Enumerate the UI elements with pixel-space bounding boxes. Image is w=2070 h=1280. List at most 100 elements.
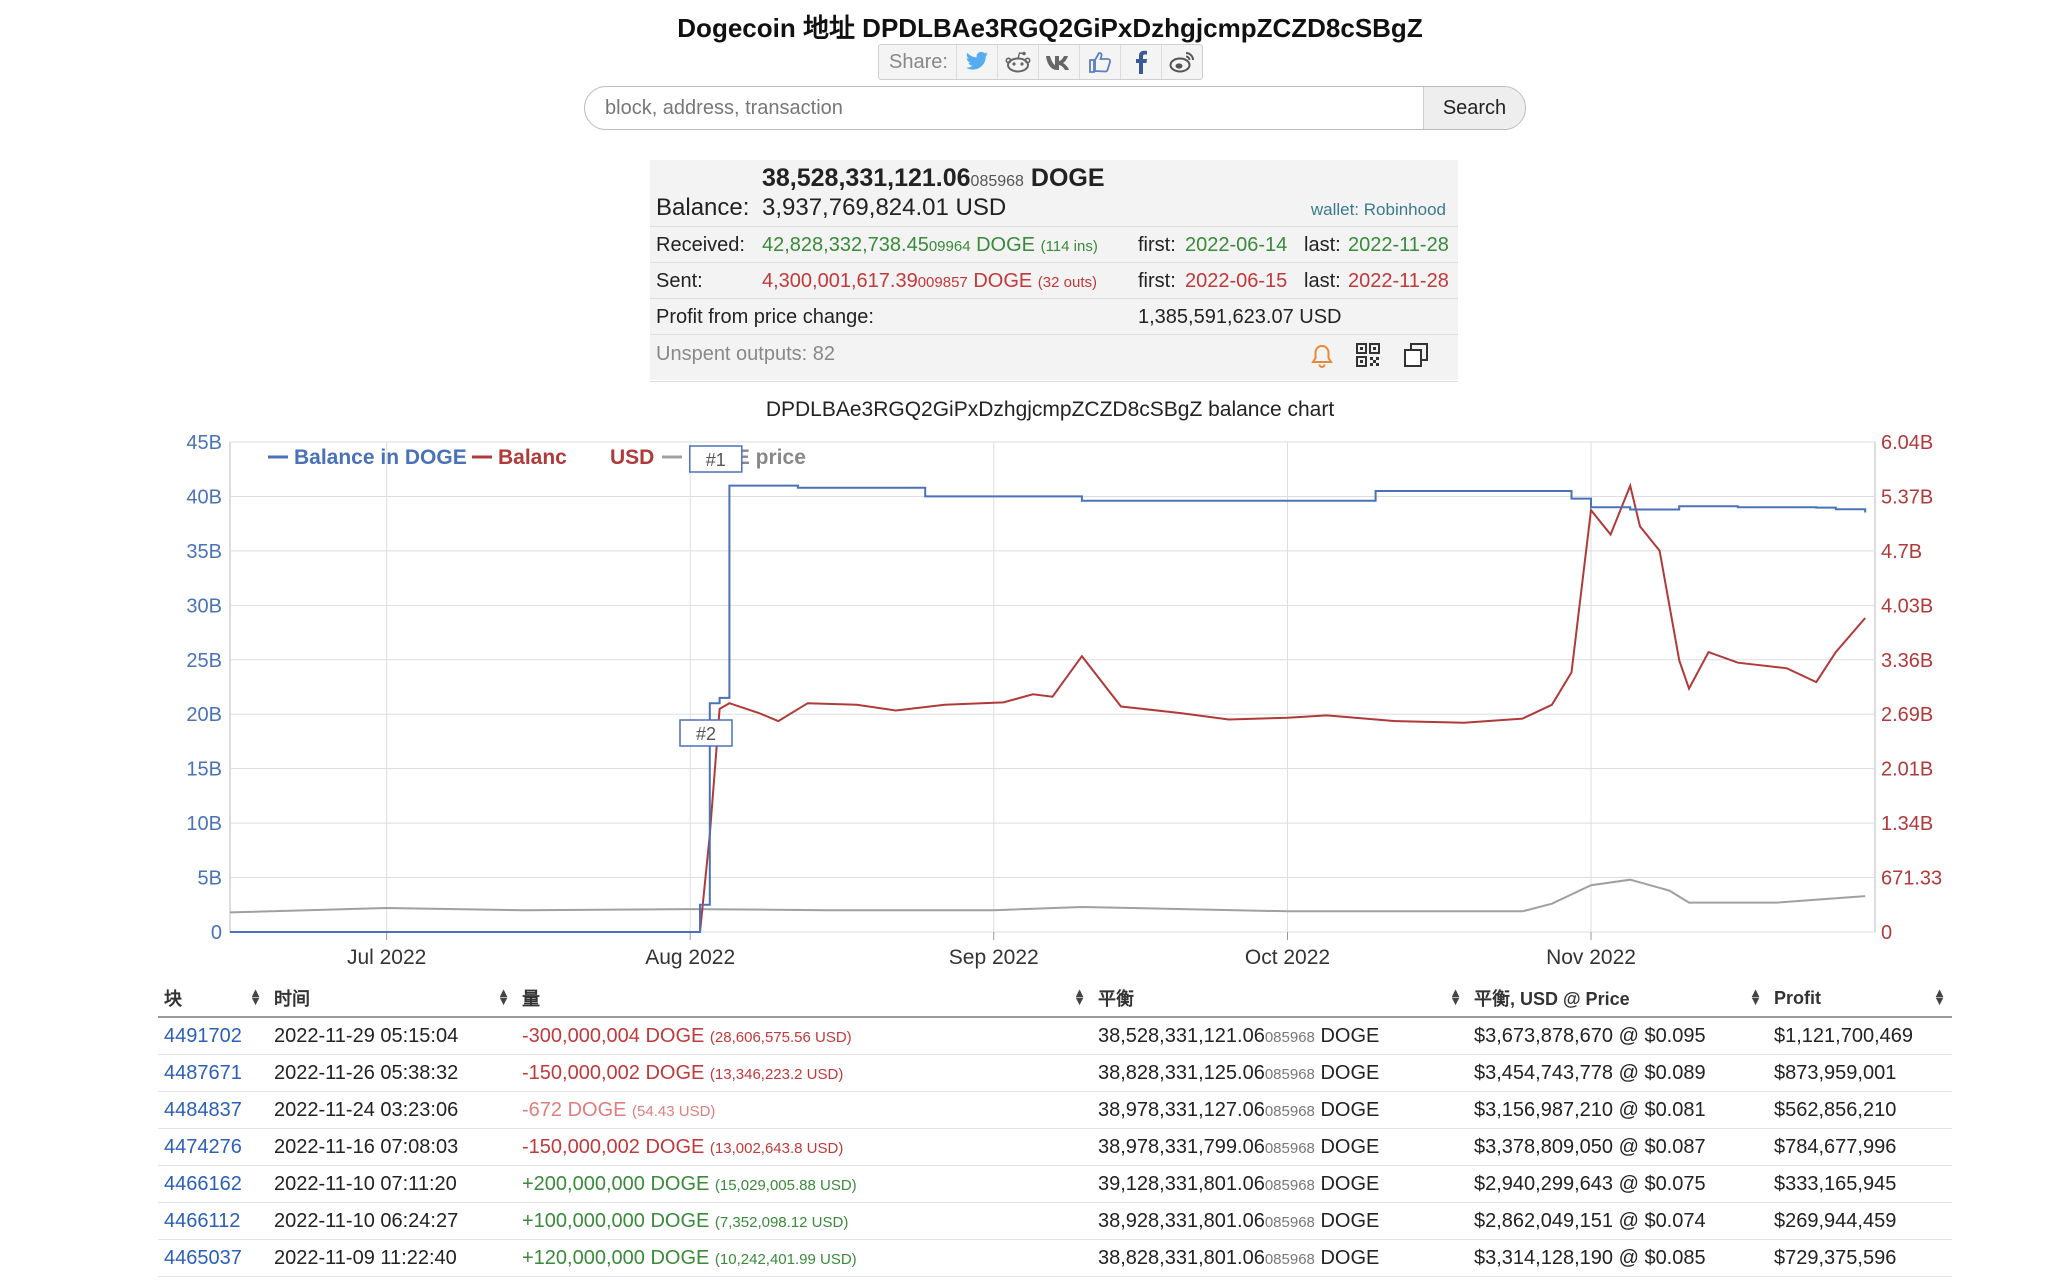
- block-link[interactable]: 4491702: [164, 1025, 242, 1047]
- block-link[interactable]: 4466162: [164, 1173, 242, 1195]
- column-header-balance[interactable]: 平衡 ▲ ▼: [1092, 980, 1468, 1018]
- time-cell: 2022-11-09 11:22:40: [268, 1239, 516, 1277]
- table-row: 4474276 2022-11-16 07:08:03 -150,000,002 D…: [158, 1128, 1952, 1166]
- column-header-profit[interactable]: Profit ▲ ▼: [1768, 980, 1952, 1018]
- balance-unit: DOGE: [1320, 1246, 1380, 1269]
- y-left-tick-label: 45B: [186, 432, 222, 454]
- block-link[interactable]: 4465037: [164, 1247, 242, 1269]
- sort-icon[interactable]: ▲ ▼: [249, 986, 262, 1007]
- balance-usd-cell: $3,454,743,778 @ $0.089: [1468, 1054, 1768, 1092]
- column-header-balance-usd[interactable]: 平衡, USD @ Price ▲ ▼: [1468, 980, 1768, 1018]
- x-tick-label: Oct 2022: [1245, 946, 1330, 969]
- y-right-tick-label: 5.37B: [1881, 486, 1933, 508]
- profit-cell: $873,959,001: [1768, 1054, 1952, 1092]
- column-label: Profit: [1774, 987, 1821, 1008]
- y-left-tick-label: 40B: [186, 486, 222, 508]
- amount-doge: +200,000,000 DOGE: [522, 1172, 710, 1195]
- balance-main: 38,978,331,799.06: [1098, 1135, 1265, 1158]
- unspent-row: Unspent outputs: 82: [650, 334, 1458, 382]
- sent-outs: (32 outs): [1037, 274, 1097, 291]
- balance-usd-cell: $3,314,128,190 @ $0.085: [1468, 1239, 1768, 1277]
- sent-first: 2022-06-15: [1185, 270, 1288, 292]
- search-button[interactable]: Search: [1423, 87, 1525, 129]
- balance-main: 38,828,331,801.06: [1098, 1246, 1265, 1269]
- balance-fraction: 085968: [1264, 1176, 1315, 1194]
- annotation-label: #1: [706, 450, 726, 470]
- balance-fraction: 085968: [1264, 1139, 1315, 1157]
- sort-icon[interactable]: ▲ ▼: [497, 986, 510, 1007]
- balance-cell: 38,828,331,801.06085968 DOGE: [1092, 1239, 1468, 1277]
- time-cell: 2022-11-16 07:08:03: [268, 1128, 516, 1166]
- bell-icon[interactable]: [1310, 343, 1334, 375]
- balance-usd-cell: $3,673,878,670 @ $0.095: [1468, 1017, 1768, 1055]
- balance-main: 39,128,331,801.06: [1098, 1172, 1265, 1195]
- balance-usd-cell: $3,378,809,050 @ $0.087: [1468, 1128, 1768, 1166]
- received-fraction: 09964: [928, 238, 971, 255]
- balance-label: Balance:: [656, 194, 750, 221]
- column-header-amount[interactable]: 量 ▲ ▼: [516, 980, 1092, 1018]
- reddit-icon[interactable]: [996, 45, 1038, 79]
- column-header-time[interactable]: 时间 ▲ ▼: [268, 980, 516, 1018]
- transactions-table: 块 ▲ ▼ 时间 ▲ ▼ 量 ▲ ▼ 平衡 ▲ ▼ 平衡, USD @ Price ▲ ▼ Prof…: [158, 980, 1952, 1277]
- amount-cell: +100,000,000 DOGE (7,352,098.12 USD): [516, 1202, 1092, 1240]
- table-row: 4487671 2022-11-26 05:38:32 -150,000,002 D…: [158, 1054, 1952, 1092]
- table-row: 4466112 2022-11-10 06:24:27 +100,000,000 D…: [158, 1202, 1952, 1240]
- y-right-tick-label: 3.36B: [1881, 650, 1933, 672]
- qr-code-icon[interactable]: [1356, 343, 1380, 373]
- sort-icon[interactable]: ▲ ▼: [1449, 986, 1462, 1007]
- table-row: 4484837 2022-11-24 03:23:06 -672 DOGE (54.…: [158, 1091, 1952, 1129]
- y-left-tick-label: 25B: [186, 650, 222, 672]
- y-right-tick-label: 4.03B: [1881, 595, 1933, 617]
- amount-cell: +200,000,000 DOGE (15,029,005.88 USD): [516, 1165, 1092, 1203]
- twitter-icon[interactable]: [955, 45, 997, 79]
- sort-icon[interactable]: ▲ ▼: [1933, 986, 1946, 1007]
- column-label: 平衡: [1098, 989, 1134, 1009]
- sent-last: 2022-11-28: [1348, 270, 1449, 292]
- time-cell: 2022-11-24 03:23:06: [268, 1091, 516, 1129]
- unspent-outputs-link[interactable]: Unspent outputs: 82: [656, 343, 835, 366]
- received-last-label: last:: [1304, 234, 1341, 256]
- table-body: 4491702 2022-11-29 05:15:04 -300,000,004 D…: [158, 1017, 1952, 1277]
- balance-doge-unit: DOGE: [1030, 164, 1105, 192]
- column-header-block[interactable]: 块 ▲ ▼: [158, 980, 268, 1018]
- block-cell: 4466112: [158, 1202, 268, 1240]
- weibo-icon[interactable]: [1160, 45, 1202, 79]
- block-link[interactable]: 4466112: [164, 1210, 240, 1232]
- block-cell: 4466162: [158, 1165, 268, 1203]
- balance-cell: 38,978,331,799.06085968 DOGE: [1092, 1128, 1468, 1166]
- balance-unit: DOGE: [1320, 1061, 1380, 1084]
- time-cell: 2022-11-26 05:38:32: [268, 1054, 516, 1092]
- copy-icon[interactable]: [1404, 343, 1428, 373]
- sort-icon[interactable]: ▲ ▼: [1073, 986, 1086, 1007]
- sort-icon[interactable]: ▲ ▼: [1749, 986, 1762, 1007]
- amount-cell: -300,000,004 DOGE (28,606,575.56 USD): [516, 1017, 1092, 1055]
- table-row: 4466162 2022-11-10 07:11:20 +200,000,000 D…: [158, 1165, 1952, 1203]
- table-row: 4491702 2022-11-29 05:15:04 -300,000,004 D…: [158, 1017, 1952, 1055]
- sent-first-label: first:: [1138, 270, 1176, 292]
- block-link[interactable]: 4484837: [164, 1099, 242, 1121]
- balance-chart: 0 5B 10B 15B 20B 25B 30B 35B 40B 45B 0 671.33 1.34B 2…: [186, 432, 1942, 969]
- amount-doge: -300,000,004 DOGE: [522, 1024, 705, 1047]
- y-right-tick-label: 0: [1881, 922, 1892, 944]
- profit-cell: $333,165,945: [1768, 1165, 1952, 1203]
- vk-icon[interactable]: [1037, 45, 1079, 79]
- wallet-link[interactable]: wallet: Robinhood: [1311, 200, 1446, 220]
- block-link[interactable]: 4474276: [164, 1136, 242, 1158]
- received-row: Received: 42,828,332,738.4509964 DOGE (1…: [650, 226, 1458, 263]
- balance-usd-cell: $3,156,987,210 @ $0.081: [1468, 1091, 1768, 1129]
- amount-cell: -150,000,002 DOGE (13,346,223.2 USD): [516, 1054, 1092, 1092]
- block-cell: 4487671: [158, 1054, 268, 1092]
- block-link[interactable]: 4487671: [164, 1062, 242, 1084]
- profit-cell: $269,944,459: [1768, 1202, 1952, 1240]
- balance-main: 38,828,331,125.06: [1098, 1061, 1265, 1084]
- amount-cell: -150,000,002 DOGE (13,002,643.8 USD): [516, 1128, 1092, 1166]
- y-right-tick-label: 6.04B: [1881, 432, 1933, 454]
- amount-doge: +100,000,000 DOGE: [522, 1209, 710, 1232]
- search-input[interactable]: [585, 87, 1423, 129]
- facebook-icon[interactable]: [1119, 45, 1161, 79]
- sent-main: 4,300,001,617.39: [762, 270, 918, 292]
- amount-usd: (15,029,005.88 USD): [714, 1176, 857, 1194]
- like-icon[interactable]: [1078, 45, 1120, 79]
- profit-row: Profit from price change: 1,385,591,623.…: [650, 298, 1458, 335]
- sent-label: Sent:: [656, 270, 703, 292]
